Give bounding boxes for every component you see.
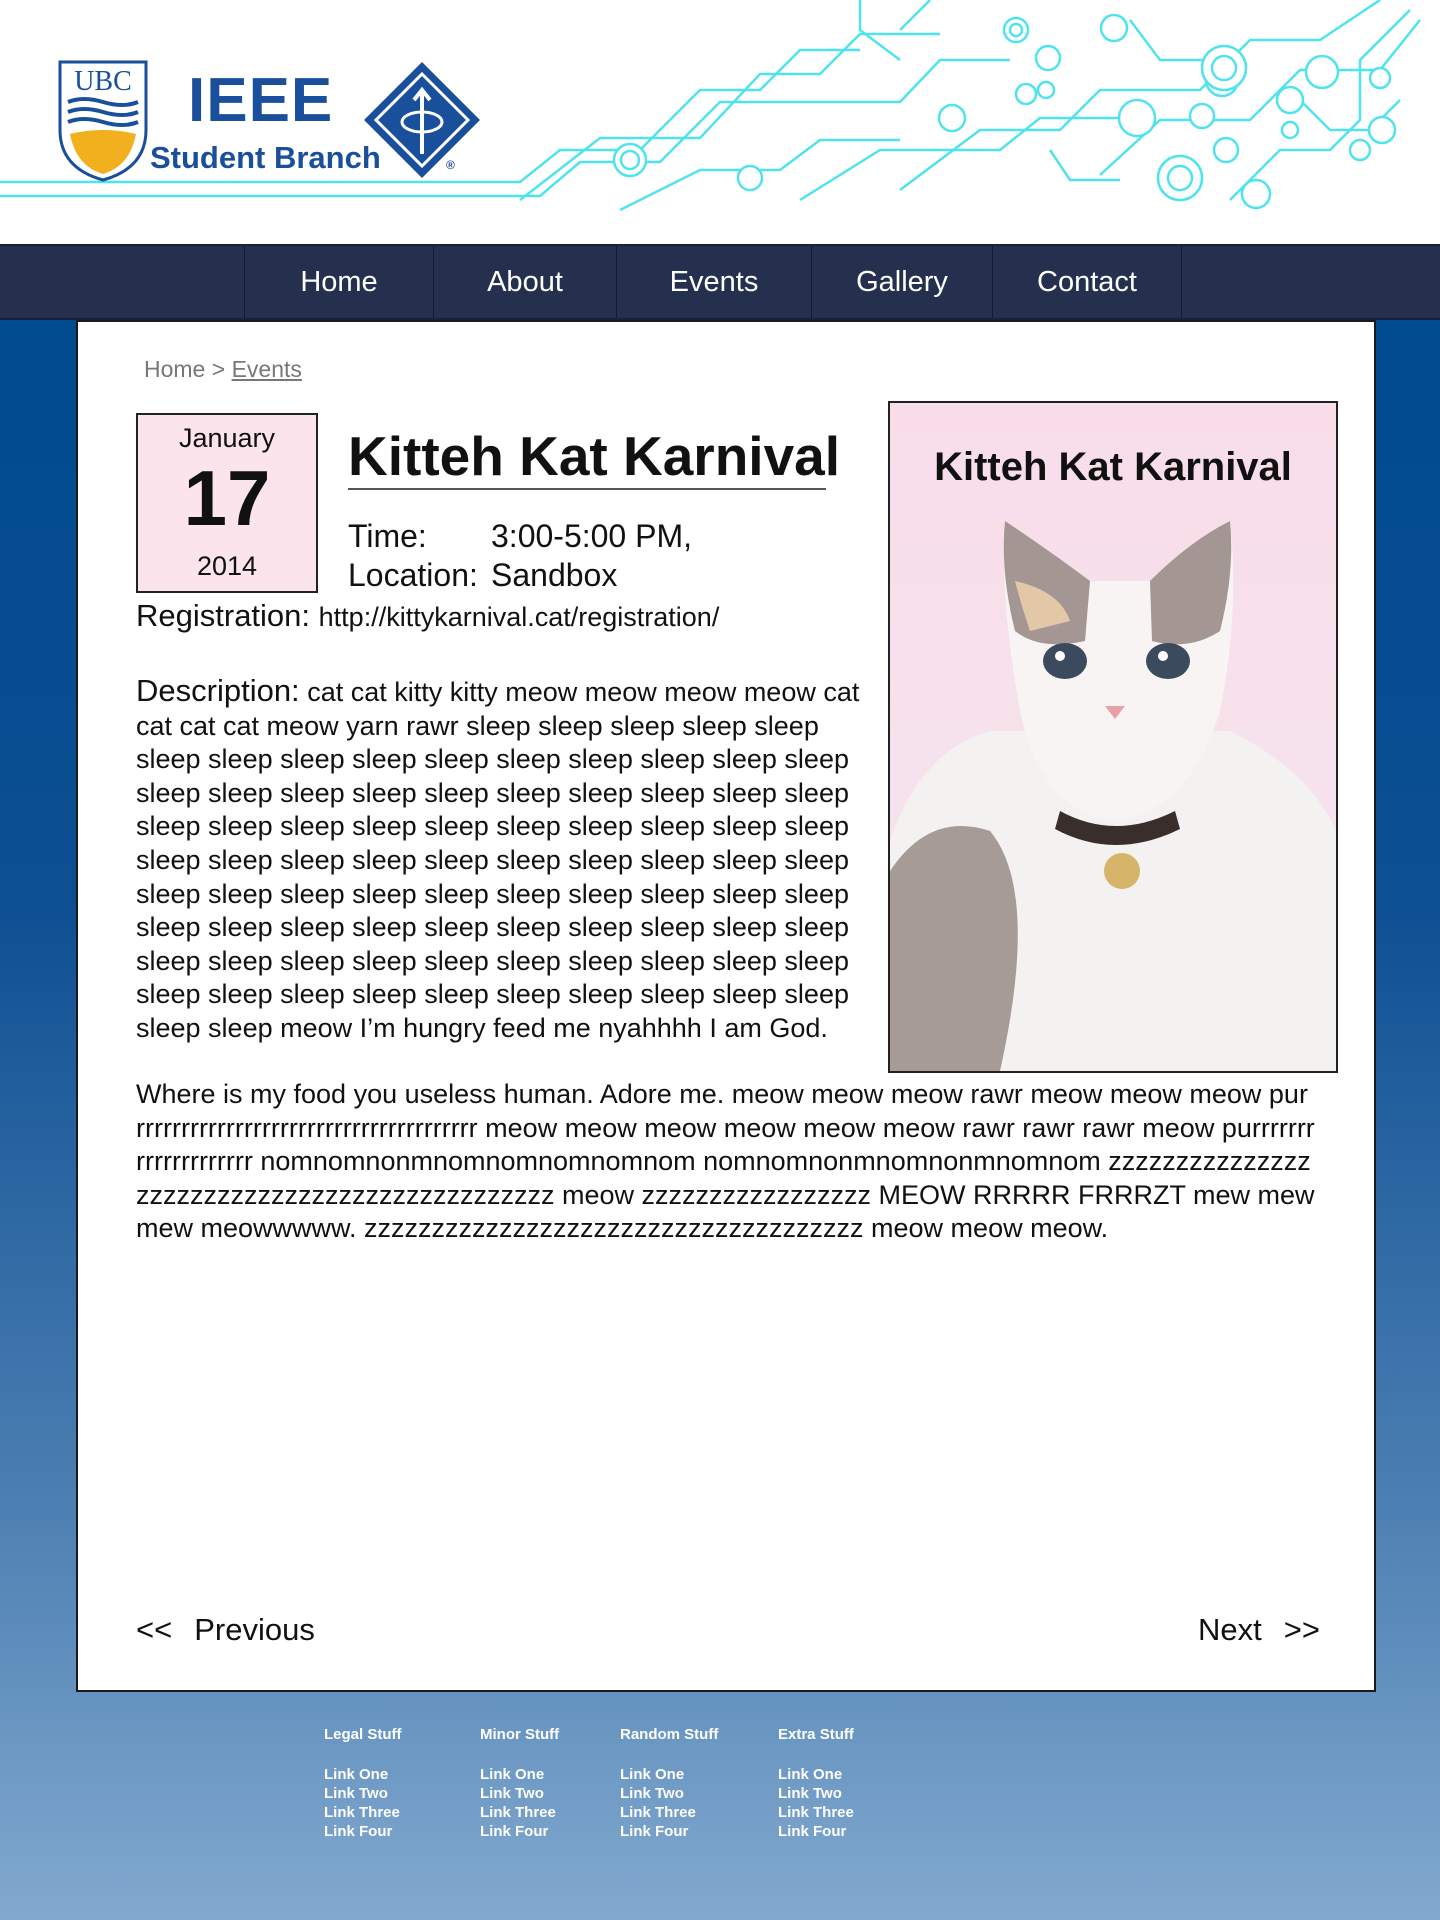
footer-col-minor: Minor Stuff Link One Link Two Link Three…	[480, 1726, 559, 1841]
cat-photo	[890, 521, 1336, 1071]
ubc-logo-text: UBC	[74, 66, 132, 97]
footer-link[interactable]: Link One	[324, 1765, 402, 1784]
main-nav: Home About Events Gallery Contact	[0, 244, 1440, 320]
breadcrumb-separator: >	[211, 356, 226, 382]
previous-label: Previous	[194, 1612, 315, 1647]
footer-link[interactable]: Link One	[778, 1765, 854, 1784]
date-year: 2014	[196, 551, 258, 581]
footer-heading: Legal Stuff	[324, 1726, 402, 1743]
location-label: Location:	[348, 557, 478, 593]
date-month: January	[178, 423, 276, 453]
nav-events[interactable]: Events	[616, 246, 811, 318]
event-title: Kitteh Kat Karnival	[348, 425, 841, 487]
ubc-shield-icon: UBC	[58, 60, 148, 182]
date-day: 17	[183, 454, 271, 542]
nav-home[interactable]: Home	[244, 246, 433, 318]
registration-label: Registration:	[136, 598, 311, 633]
footer-link[interactable]: Link Four	[480, 1822, 559, 1841]
footer-heading: Random Stuff	[620, 1726, 719, 1743]
previous-arrow: <<	[136, 1612, 173, 1647]
title-underline	[348, 488, 826, 490]
breadcrumb-events-link[interactable]: Events	[232, 356, 302, 382]
description-label: Description:	[136, 673, 300, 708]
footer-col-random: Random Stuff Link One Link Two Link Thre…	[620, 1726, 718, 1841]
event-paragraph-2: Where is my food you useless human. Ador…	[136, 1079, 1315, 1244]
event-location-row: Location: Sandbox	[348, 557, 617, 594]
event-poster: Kitteh Kat Karnival	[888, 401, 1338, 1073]
footer-col-extra: Extra Stuff Link One Link Two Link Three…	[778, 1726, 854, 1841]
breadcrumb-home[interactable]: Home	[144, 356, 205, 382]
footer-link[interactable]: Link One	[620, 1765, 718, 1784]
footer-link[interactable]: Link Two	[620, 1784, 718, 1803]
site-header: UBC IEEE Student Branch ®	[0, 0, 1440, 244]
time-label: Time:	[348, 518, 427, 554]
breadcrumb: Home > Events	[144, 356, 302, 383]
nav-about[interactable]: About	[433, 246, 616, 318]
ieee-diamond-icon	[364, 62, 480, 178]
registration-link[interactable]: http://kittykarnival.cat/registration/	[319, 602, 720, 632]
ieee-wordmark: IEEE	[188, 66, 334, 135]
footer-link[interactable]: Link Two	[480, 1784, 559, 1803]
location-value: Sandbox	[491, 557, 618, 593]
nav-contact[interactable]: Contact	[992, 246, 1182, 318]
footer-link[interactable]: Link Two	[324, 1784, 402, 1803]
poster-title: Kitteh Kat Karnival	[934, 445, 1292, 489]
footer-col-legal: Legal Stuff Link One Link Two Link Three…	[324, 1726, 402, 1841]
next-link[interactable]: Next >>	[1198, 1612, 1320, 1648]
footer-link[interactable]: Link Four	[620, 1822, 718, 1841]
footer-heading: Extra Stuff	[778, 1726, 854, 1743]
event-time-row: Time: 3:00-5:00 PM,	[348, 518, 692, 555]
nav-gallery[interactable]: Gallery	[811, 246, 992, 318]
footer-link[interactable]: Link Four	[778, 1822, 854, 1841]
footer-link[interactable]: Link Three	[778, 1803, 854, 1822]
student-branch-text: Student Branch	[150, 140, 381, 175]
previous-link[interactable]: << Previous	[136, 1612, 315, 1648]
footer-link[interactable]: Link Three	[324, 1803, 402, 1822]
content-panel: Home > Events January 17 2014 Kitteh Kat…	[76, 320, 1376, 1692]
footer-heading: Minor Stuff	[480, 1726, 560, 1743]
description-text: cat cat kitty kitty meow meow meow meow …	[136, 677, 860, 1043]
footer-link[interactable]: Link Two	[778, 1784, 854, 1803]
footer-link[interactable]: Link Three	[480, 1803, 559, 1822]
registered-mark: ®	[446, 158, 455, 172]
event-registration-row: Registration: http://kittykarnival.cat/r…	[136, 598, 719, 634]
next-arrow: >>	[1283, 1612, 1320, 1647]
footer-link[interactable]: Link One	[480, 1765, 559, 1784]
next-label: Next	[1198, 1612, 1262, 1647]
footer-link[interactable]: Link Four	[324, 1822, 402, 1841]
event-description: Description: cat cat kitty kitty meow me…	[136, 674, 881, 1046]
time-value: 3:00-5:00 PM,	[491, 518, 692, 554]
footer-link[interactable]: Link Three	[620, 1803, 718, 1822]
event-date-box: January 17 2014	[136, 413, 318, 593]
